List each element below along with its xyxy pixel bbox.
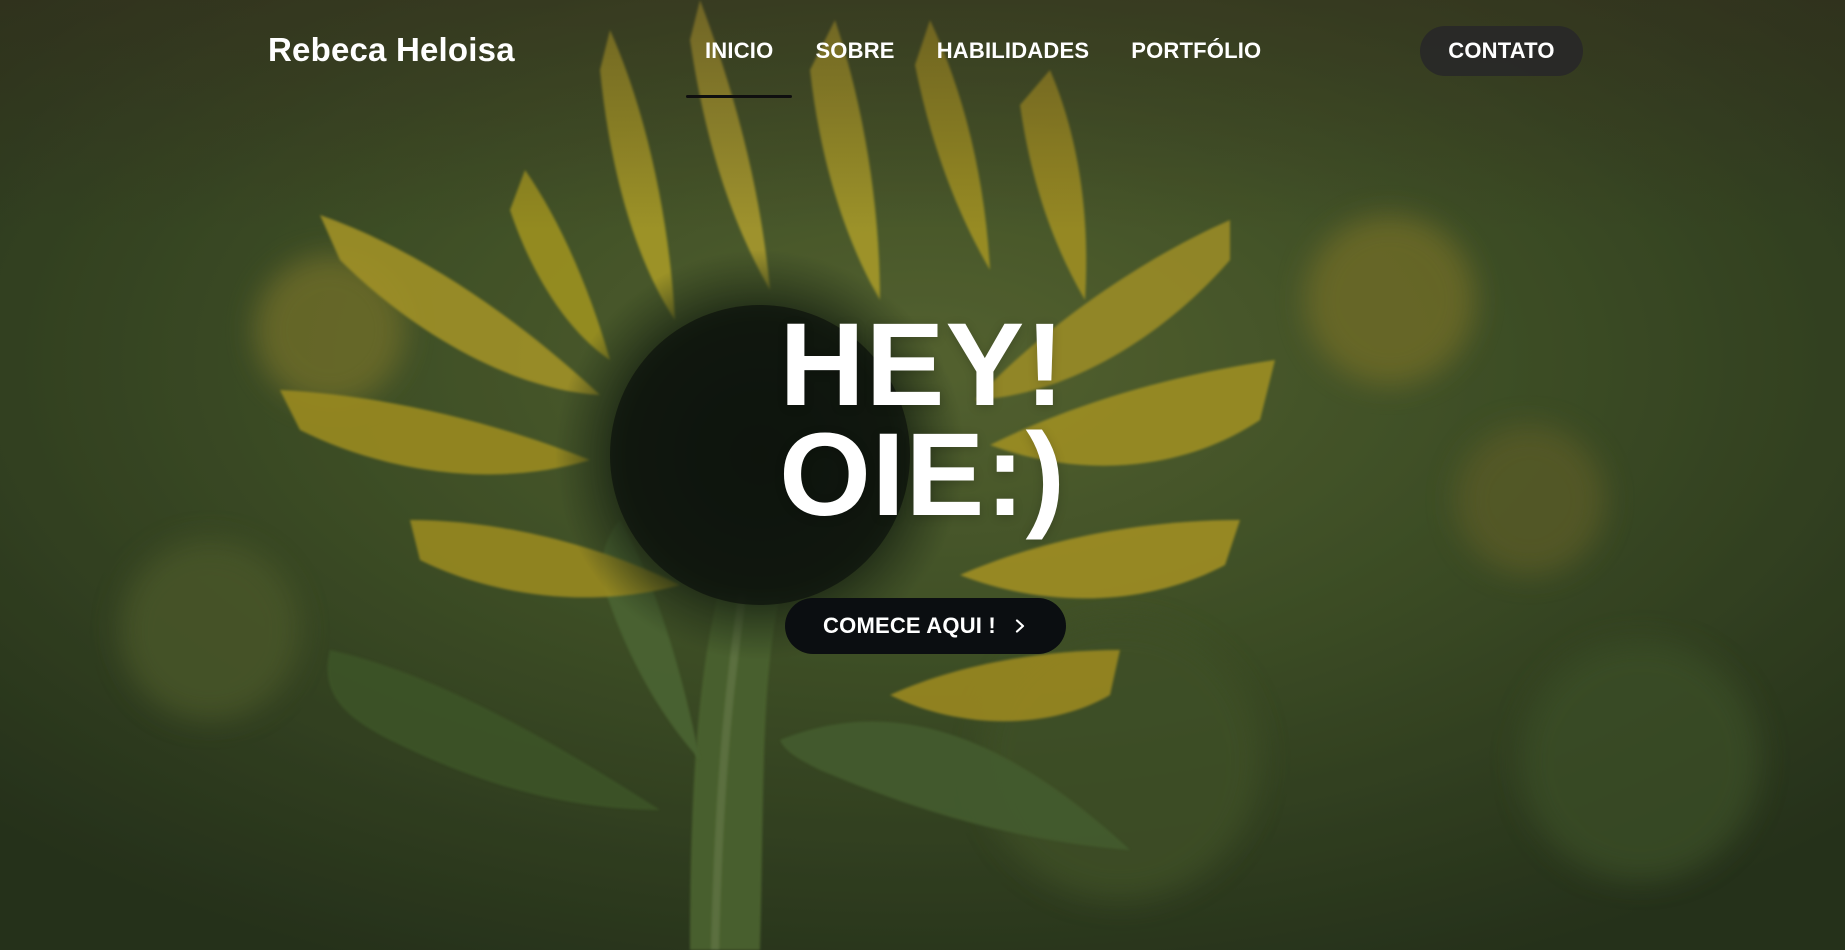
nav-item-habilidades[interactable]: HABILIDADES: [937, 38, 1090, 64]
contact-button[interactable]: CONTATO: [1420, 26, 1583, 76]
nav-item-inicio[interactable]: INICIO: [685, 38, 794, 98]
hero-section: HEY! OIE:): [0, 299, 1845, 541]
top-navigation: Rebeca Heloisa INICIO SOBRE HABILIDADES …: [0, 0, 1845, 102]
hero-title-line-1: HEY!: [779, 299, 1066, 431]
nav-item-sobre[interactable]: SOBRE: [815, 38, 894, 64]
chevron-right-icon: [1012, 618, 1028, 634]
landing-page: Rebeca Heloisa INICIO SOBRE HABILIDADES …: [0, 0, 1845, 950]
hero-title: HEY! OIE:): [0, 299, 1845, 541]
brand-name[interactable]: Rebeca Heloisa: [268, 31, 515, 69]
hero-title-line-2: OIE:): [779, 409, 1066, 541]
nav-item-portfolio[interactable]: PORTFÓLIO: [1131, 38, 1261, 64]
main-menu: INICIO SOBRE HABILIDADES PORTFÓLIO: [685, 38, 1261, 98]
start-here-button[interactable]: COMECE AQUI !: [785, 598, 1066, 654]
start-here-label: COMECE AQUI !: [823, 613, 996, 638]
